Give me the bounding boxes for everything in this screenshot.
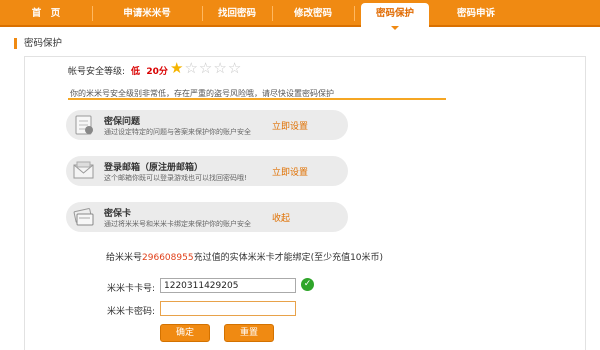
option-title: 密保问题 [104,117,141,127]
card-number-label: 米米卡卡号: [106,284,155,294]
star-empty-icon: ☆ [213,59,227,77]
option-security-card: 密保卡 通过将米米号和米米卡绑定来保护你的账户安全 收起 [66,202,348,232]
security-level-value: 低 20分 [131,67,168,77]
card-password-label: 米米卡密码: [106,307,155,317]
star-empty-icon: ☆ [184,59,198,77]
security-rating: ★☆☆☆☆ [170,60,242,76]
check-icon: ✓ [301,278,314,291]
option-title: 密保卡 [104,209,132,219]
option-desc: 通过设定特定的问题与答案来保护你的账户安全 [104,128,251,136]
nav-home[interactable]: 首 页 [0,0,93,27]
account-number: 296608955 [142,253,194,263]
confirm-button[interactable]: 确定 [160,324,210,342]
option-login-email: 登录邮箱（原注册邮箱） 这个邮箱你既可以登录游戏也可以找回密码哦! 立即设置 [66,156,348,186]
nav-password-appeal[interactable]: 密码申诉 [436,0,516,27]
top-nav: 首 页 申请米米号 找回密码 修改密码 密码保护 密码申诉 [0,0,600,30]
question-doc-icon [75,115,93,135]
star-empty-icon: ☆ [227,59,242,77]
divider [68,98,446,100]
star-filled-icon: ★ [170,59,184,77]
nav-apply-account[interactable]: 申请米米号 [92,0,203,27]
security-level-label: 帐号安全等级: [68,67,126,77]
card-password-input[interactable] [160,301,296,316]
set-login-email-link[interactable]: 立即设置 [272,165,308,178]
star-empty-icon: ☆ [198,59,213,77]
reset-button[interactable]: 重置 [224,324,274,342]
set-security-question-link[interactable]: 立即设置 [272,119,308,132]
nav-find-password[interactable]: 找回密码 [202,0,273,27]
bind-suffix: 充过值的实体米米卡才能绑定(至少充值10米币) [193,253,384,263]
option-security-question: 密保问题 通过设定特定的问题与答案来保护你的账户安全 立即设置 [66,110,348,140]
security-level: 帐号安全等级: 低 20分 [68,64,168,77]
nav-password-protection[interactable]: 密码保护 [361,3,429,30]
card-number-input[interactable] [160,278,296,293]
nav-change-password[interactable]: 修改密码 [272,0,355,27]
bind-prefix: 给米米号 [106,253,143,263]
option-title: 登录邮箱（原注册邮箱） [104,163,204,173]
option-desc: 通过将米米号和米米卡绑定来保护你的账户安全 [104,220,251,228]
option-desc: 这个邮箱你既可以登录游戏也可以找回密码哦! [104,174,247,182]
bind-message: 给米米号296608955充过值的实体米米卡才能绑定(至少充值10米币) [106,250,383,263]
collapse-security-card-link[interactable]: 收起 [272,211,290,224]
card-icon [73,208,94,226]
email-icon [73,161,94,179]
section-title: 密码保护 [14,38,62,49]
